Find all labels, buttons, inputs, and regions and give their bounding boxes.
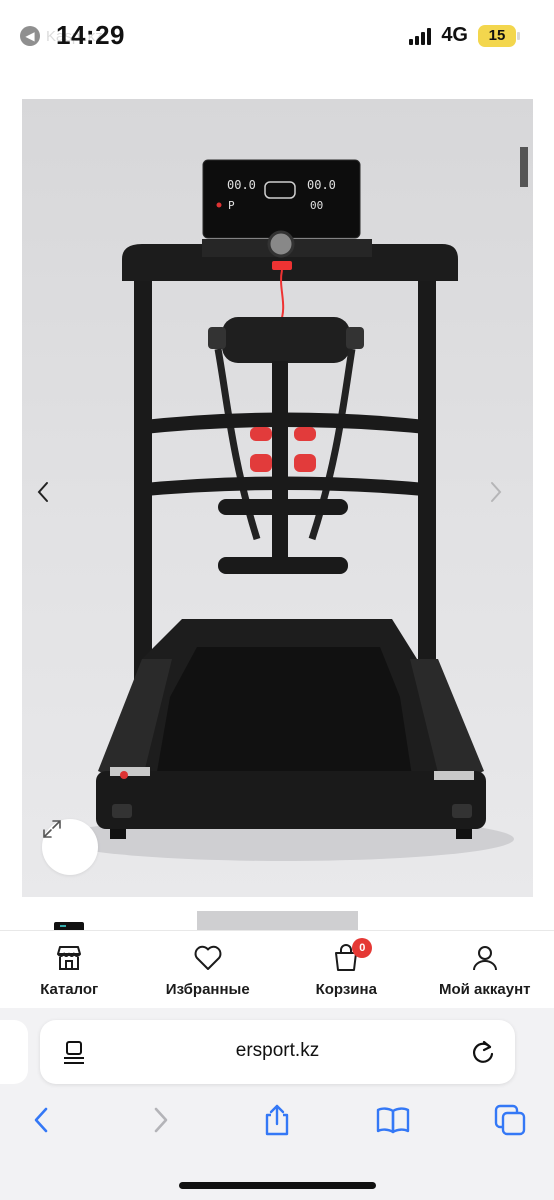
heart-icon (191, 942, 225, 974)
nav-account-label: Мой аккаунт (439, 981, 531, 998)
back-arrow-icon (34, 1107, 48, 1133)
tabs-button[interactable] (490, 1100, 530, 1140)
browser-toolbar (0, 1100, 554, 1146)
url-text: ersport.kz (235, 1040, 320, 1061)
treadmill-image: 00.0 00.0 P 00 (54, 147, 528, 861)
app-back-icon: ◀ (20, 26, 40, 46)
nav-catalog[interactable]: Каталог (0, 931, 139, 1008)
user-icon (468, 942, 502, 974)
book-icon (376, 1107, 410, 1134)
chevron-right-icon (491, 482, 502, 502)
back-button[interactable] (21, 1100, 61, 1140)
nav-favorites[interactable]: Избранные (139, 931, 278, 1008)
home-indicator[interactable] (179, 1182, 376, 1189)
bottom-navigation: Каталог Избранные 0 Корзина Мой аккаунт (0, 930, 554, 1008)
status-time: 14:29 (56, 20, 125, 50)
display-left: 00.0 (227, 178, 256, 192)
share-button[interactable] (257, 1100, 297, 1140)
reload-icon[interactable] (469, 1038, 497, 1066)
nav-favorites-label: Избранные (165, 981, 250, 998)
browser-chrome: ersport.kz (0, 1008, 554, 1200)
store-icon (52, 942, 86, 974)
nav-cart[interactable]: 0 Корзина (277, 931, 416, 1008)
expand-icon (43, 820, 61, 838)
nav-cart-label: Корзина (315, 981, 377, 998)
gallery-next-button[interactable] (489, 481, 519, 517)
nav-account[interactable]: Мой аккаунт (416, 931, 554, 1008)
share-icon (265, 1104, 289, 1136)
thumbnail-2[interactable] (197, 911, 358, 932)
product-image-gallery[interactable]: 00.0 00.0 P 00 (22, 99, 533, 897)
network-type: 4G (441, 24, 468, 46)
status-indicators: 4G 15 (409, 24, 520, 47)
status-bar: ◀ Kaspi.kz 14:29 4G 15 (0, 0, 554, 74)
screen: ◀ Kaspi.kz 14:29 4G 15 00.0 00.0 P 00 Ка… (0, 0, 554, 1200)
display-right: 00.0 (307, 178, 336, 192)
gallery-prev-button[interactable] (36, 481, 66, 517)
forward-button[interactable] (141, 1100, 181, 1140)
address-bar[interactable]: ersport.kz (40, 1020, 515, 1084)
cart-badge: 0 (352, 938, 373, 958)
display-sub: 00 (310, 199, 323, 212)
display-mode: P (228, 199, 235, 212)
battery-icon: 15 (478, 24, 520, 47)
tabs-icon (494, 1104, 526, 1136)
nav-catalog-label: Каталог (40, 981, 99, 998)
bookmarks-button[interactable] (373, 1100, 413, 1140)
thumbnail-strip (22, 908, 533, 932)
expand-image-button[interactable] (42, 819, 98, 875)
signal-icon (409, 27, 432, 45)
chevron-left-icon (37, 482, 48, 502)
previous-tab-peek[interactable] (0, 1020, 28, 1084)
forward-arrow-icon (154, 1107, 168, 1133)
